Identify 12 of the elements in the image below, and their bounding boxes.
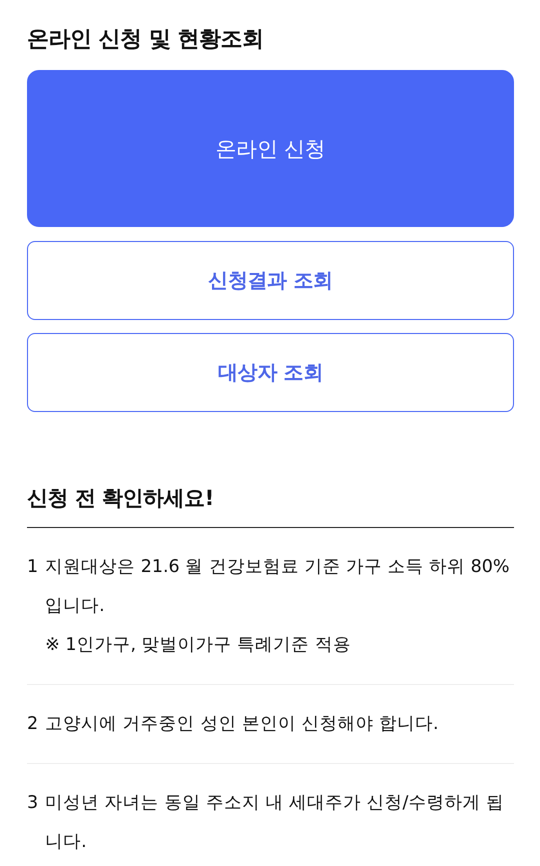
item-number: 1 — [27, 556, 38, 579]
apply-button[interactable]: 온라인 신청 — [27, 70, 514, 227]
notice-title: 신청 전 확인하세요! — [27, 483, 514, 528]
notice-text: 고양시에 거주중인 성인 본인이 신청해야 합니다. — [45, 713, 439, 736]
note-text: ※ 1인가구, 맞벌이가구 특례기준 적용 — [45, 634, 352, 657]
notice-text: 미성년 자녀는 동일 주소지 내 세대주가 신청/수령하게 됩니다. — [45, 792, 505, 854]
inquiry-button[interactable]: 신청결과 조회 — [27, 241, 514, 320]
section-title: 온라인 신청 및 현황조회 — [27, 26, 264, 54]
item-number: 3 — [27, 792, 38, 815]
notice-text: 지원대상은 21.6 월 건강보험료 기준 가구 소득 하위 80%입니다. — [45, 556, 511, 618]
inquiry-button[interactable]: 대상자 조회 — [27, 333, 514, 412]
item-number: 2 — [27, 713, 38, 736]
